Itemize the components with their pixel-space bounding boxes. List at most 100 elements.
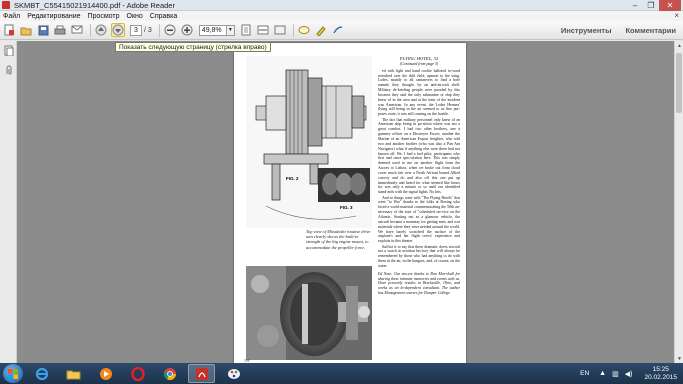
internet-explorer-icon (35, 367, 48, 380)
navigation-panel (0, 41, 17, 363)
read-mode-icon (274, 25, 286, 35)
engine-drawing-figure: FIG. 2 FIG. 3 (246, 56, 372, 228)
clock[interactable]: 15:25 20.02.2015 (644, 366, 677, 382)
close-window-button[interactable]: ✕ (659, 0, 681, 11)
article-column: FLYING HOTEL, 32 (Continued from page 3)… (378, 56, 460, 297)
taskbar-paint[interactable] (220, 364, 247, 383)
adobe-reader-icon (2, 1, 10, 9)
next-page-button[interactable] (111, 23, 125, 37)
previous-page-button[interactable] (94, 23, 108, 37)
figure-caption: Top view of Mitsubishi rotative drive un… (306, 229, 371, 250)
open-button[interactable] (19, 23, 33, 37)
comment-bubble-icon (298, 25, 310, 34)
article-paragraph: ed with light and hand cookie balloted t… (378, 68, 460, 117)
email-icon (71, 25, 83, 34)
pdf-page: FIG. 2 FIG. 3 Top view of Mitsubishi rot… (234, 43, 466, 363)
engine-photo (246, 266, 372, 360)
system-tray: EN ▲ ▥ ◀) 15:25 20.02.2015 (580, 363, 677, 384)
page-number-input[interactable]: 3 (130, 24, 142, 36)
window-title: SKMBT_C55415021914400.pdf - Adobe Reader (14, 0, 175, 10)
window-controls: – ❐ ✕ (627, 0, 681, 11)
comment-button[interactable] (297, 23, 311, 37)
scrollbar-thumb[interactable] (676, 53, 682, 113)
print-button[interactable] (53, 23, 67, 37)
taskbar-adobe-reader[interactable] (188, 364, 215, 383)
tab-comments[interactable]: Комментарии (618, 26, 683, 35)
zoom-out-icon (164, 24, 176, 36)
article-paragraph: The fact that military personnel only kn… (378, 117, 460, 195)
minimize-button[interactable]: – (627, 0, 643, 11)
zoom-dropdown-button[interactable]: ▼ (226, 24, 235, 36)
paint-icon (227, 368, 240, 379)
title-bar: SKMBT_C55415021914400.pdf - Adobe Reader… (0, 0, 683, 11)
media-player-icon (99, 367, 112, 380)
chrome-icon (163, 367, 176, 380)
language-indicator[interactable]: EN (580, 370, 589, 377)
taskbar: EN ▲ ▥ ◀) 15:25 20.02.2015 (0, 363, 683, 384)
read-mode-button[interactable] (273, 23, 287, 37)
network-icon[interactable]: ▥ (612, 370, 619, 378)
save-button[interactable] (36, 23, 50, 37)
article-subheading: (Continued from page 3) (399, 61, 439, 66)
sign-button[interactable] (331, 23, 345, 37)
article-paragraph: And so things went with "The Flying Hote… (378, 195, 460, 244)
taskbar-internet-explorer[interactable] (28, 364, 55, 383)
scroll-up-arrow-icon[interactable]: ▲ (675, 41, 683, 50)
toolbar-separator (292, 23, 294, 37)
taskbar-media-player[interactable] (92, 364, 119, 383)
scroll-down-arrow-icon[interactable]: ▼ (675, 354, 683, 363)
toolbar-separator (90, 23, 91, 37)
volume-icon[interactable]: ◀) (625, 370, 633, 378)
arrow-down-icon (112, 24, 124, 36)
taskbar-chrome[interactable] (156, 364, 183, 383)
attachments-paperclip-icon[interactable] (3, 65, 14, 76)
windows-logo-icon (8, 368, 18, 379)
save-icon (38, 25, 48, 35)
close-document-icon[interactable]: × (674, 11, 679, 20)
print-icon (54, 25, 66, 34)
zoom-in-button[interactable] (180, 23, 194, 37)
create-pdf-icon (4, 24, 14, 36)
right-panel-tabs: Инструменты Комментарии (554, 21, 683, 40)
zoom-level-input[interactable]: 49,8% (198, 24, 227, 36)
create-pdf-button[interactable] (2, 23, 16, 37)
menu-bar: Файл Редактирование Просмотр Окно Справк… (0, 11, 683, 21)
menu-help[interactable]: Справка (150, 13, 177, 20)
fit-page-button[interactable] (239, 23, 253, 37)
open-folder-icon (20, 27, 32, 35)
editor-note: Ed Note: Our sincere thanks to Don Mar-s… (378, 271, 460, 296)
clock-date: 20.02.2015 (644, 373, 677, 381)
highlighter-icon (316, 26, 326, 36)
vertical-scrollbar[interactable]: ▲ ▼ (674, 41, 683, 363)
fit-width-icon (257, 25, 269, 35)
tab-tools[interactable]: Инструменты (554, 26, 619, 35)
start-button[interactable] (3, 364, 23, 383)
menu-window[interactable]: Окно (127, 13, 143, 20)
toolbar-separator (158, 23, 160, 37)
zoom-out-button[interactable] (163, 23, 177, 37)
fig2-label: FIG. 2 (286, 176, 299, 181)
opera-icon (130, 366, 145, 381)
taskbar-opera[interactable] (124, 364, 151, 383)
fig3-label: FIG. 3 (340, 205, 353, 210)
maximize-button[interactable]: ❐ (643, 0, 659, 11)
highlight-button[interactable] (314, 23, 328, 37)
fit-width-button[interactable] (256, 23, 270, 37)
clock-time: 15:25 (652, 365, 669, 373)
menu-file[interactable]: Файл (3, 13, 20, 20)
page-total: / 3 (144, 26, 152, 34)
zoom-in-icon (181, 24, 193, 36)
menu-edit[interactable]: Редактирование (27, 13, 80, 20)
page-thumbnails-icon[interactable] (3, 45, 14, 56)
article-paragraph: Suffice it to say that these dramatic do… (378, 244, 460, 268)
sign-pen-icon (333, 26, 342, 34)
email-button[interactable] (70, 23, 84, 37)
fit-page-icon (241, 24, 251, 36)
menu-view[interactable]: Просмотр (88, 13, 120, 20)
adobe-reader-icon (195, 367, 208, 380)
arrow-up-icon (95, 24, 107, 36)
folder-icon (66, 370, 81, 379)
tray-expand-icon[interactable]: ▲ (599, 370, 606, 377)
taskbar-explorer[interactable] (60, 364, 87, 383)
next-page-tooltip: Показать следующую страницу (стрелка впр… (115, 42, 271, 52)
